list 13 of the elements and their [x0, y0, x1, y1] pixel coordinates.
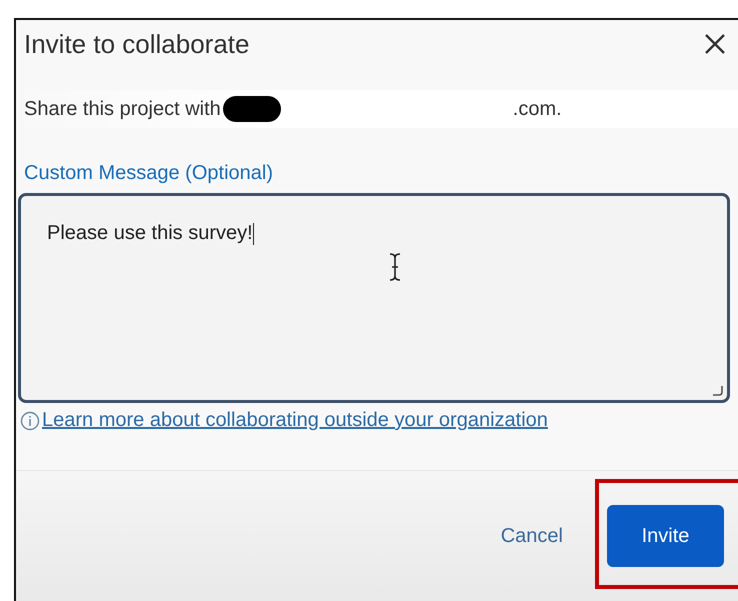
info-icon	[20, 410, 40, 430]
share-domain-text: .com.	[512, 98, 562, 120]
close-icon[interactable]	[704, 33, 726, 55]
message-field[interactable]: Please use this survey!	[18, 193, 730, 403]
redaction-mark	[222, 96, 281, 122]
text-cursor-icon	[388, 252, 402, 282]
message-label: Custom Message (Optional)	[24, 162, 274, 185]
share-text: Share this project with	[24, 98, 221, 120]
invite-button[interactable]: Invite	[607, 505, 724, 567]
dialog-title: Invite to collaborate	[24, 28, 250, 60]
resize-grip-icon[interactable]	[711, 384, 723, 396]
learn-more-link[interactable]: Learn more about collaborating outside your organization	[42, 409, 548, 432]
cancel-button[interactable]: Cancel	[496, 516, 567, 556]
